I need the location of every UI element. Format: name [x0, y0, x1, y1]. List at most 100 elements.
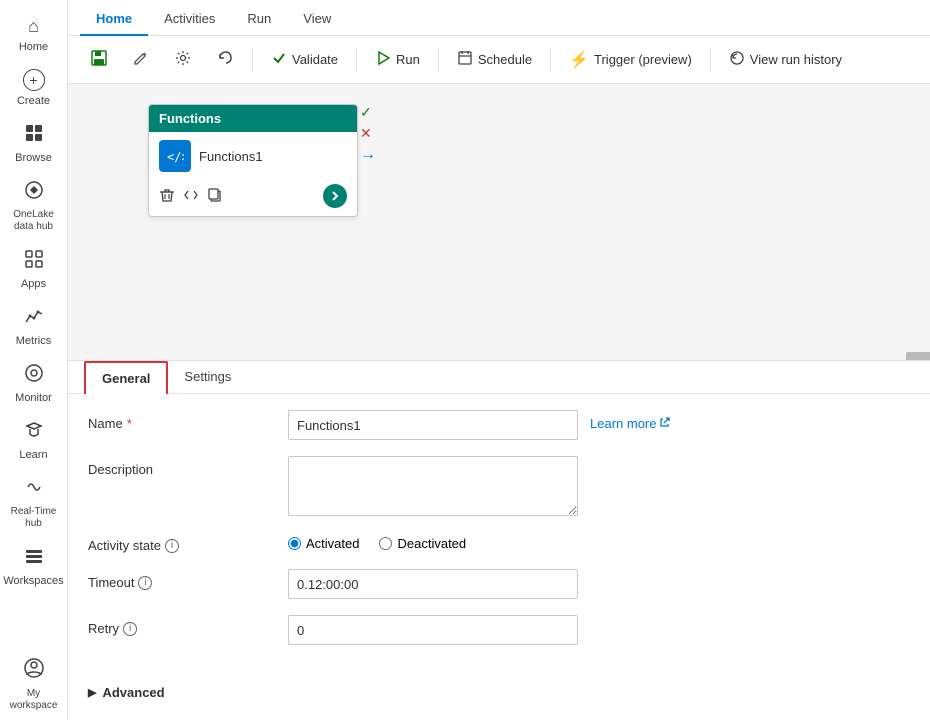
activity-state-row: Activity state i Activated Deactivated: [88, 532, 910, 553]
sidebar-item-metrics[interactable]: Metrics: [0, 298, 67, 355]
props-tab-general[interactable]: General: [84, 361, 168, 394]
next-arrow-button[interactable]: [323, 184, 347, 208]
undo-icon: [216, 49, 234, 70]
separator-3: [438, 48, 439, 72]
sidebar-item-realtime[interactable]: Real-Time hub: [0, 469, 67, 538]
timeout-row: Timeout i: [88, 569, 910, 599]
separator-1: [252, 48, 253, 72]
sidebar: ⌂ Home + Create Browse OneLake data hub …: [0, 0, 68, 720]
activated-option[interactable]: Activated: [288, 536, 359, 551]
sidebar-item-myworkspace[interactable]: My workspace: [0, 649, 67, 720]
description-row: Description: [88, 456, 910, 516]
canvas-top[interactable]: Functions </> Functions1: [68, 84, 930, 360]
retry-info-icon[interactable]: i: [123, 622, 137, 636]
code-icon[interactable]: [183, 187, 199, 206]
deactivated-radio[interactable]: [379, 537, 392, 550]
timeout-info-icon[interactable]: i: [138, 576, 152, 590]
name-required: *: [127, 416, 132, 431]
activated-radio[interactable]: [288, 537, 301, 550]
realtime-icon: [24, 477, 44, 502]
node-side-controls: ✓ ✕ →: [360, 104, 376, 164]
description-input[interactable]: [288, 456, 578, 516]
myworkspace-icon: [23, 657, 45, 684]
props-tabs: General Settings: [68, 361, 930, 394]
history-icon: [729, 50, 745, 69]
browse-icon: [24, 123, 44, 148]
apps-icon: [24, 249, 44, 274]
sidebar-item-onelake[interactable]: OneLake data hub: [0, 172, 67, 241]
advanced-chevron-icon: ▶: [88, 686, 96, 699]
props-tab-settings[interactable]: Settings: [168, 361, 247, 394]
gear-icon: [174, 49, 192, 70]
view-history-button[interactable]: View run history: [719, 46, 852, 73]
schedule-button[interactable]: Schedule: [447, 46, 542, 73]
trigger-icon: ⚡: [569, 50, 589, 70]
edit-icon: [132, 49, 150, 70]
tab-view[interactable]: View: [287, 3, 347, 36]
edit-button[interactable]: [122, 45, 160, 74]
activity-state-info-icon[interactable]: i: [165, 539, 179, 553]
tab-home[interactable]: Home: [80, 3, 148, 36]
node-check-icon[interactable]: ✓: [360, 104, 376, 121]
activity-state-radio-group: Activated Deactivated: [288, 532, 466, 551]
learn-more-link[interactable]: Learn more: [590, 410, 671, 431]
timeout-label: Timeout i: [88, 569, 288, 590]
copy-icon[interactable]: [207, 187, 223, 206]
activity-node[interactable]: Functions </> Functions1: [148, 104, 358, 217]
separator-2: [356, 48, 357, 72]
sidebar-item-monitor[interactable]: Monitor: [0, 355, 67, 412]
separator-4: [550, 48, 551, 72]
onelake-icon: [24, 180, 44, 205]
retry-row: Retry i: [88, 615, 910, 645]
deactivated-option[interactable]: Deactivated: [379, 536, 466, 551]
sidebar-item-learn[interactable]: Learn: [0, 412, 67, 469]
sidebar-item-home[interactable]: ⌂ Home: [0, 8, 67, 61]
svg-text:</>: </>: [167, 150, 184, 164]
node-actions: [149, 180, 357, 216]
delete-icon[interactable]: [159, 187, 175, 206]
tab-bar: Home Activities Run View: [68, 0, 930, 36]
run-button[interactable]: Run: [365, 46, 430, 73]
metrics-icon: [24, 306, 44, 331]
canvas-area: Functions </> Functions1: [68, 84, 930, 720]
node-body: </> Functions1: [149, 132, 357, 180]
tab-run[interactable]: Run: [231, 3, 287, 36]
advanced-section[interactable]: ▶ Advanced: [68, 677, 930, 708]
activity-state-label: Activity state i: [88, 532, 288, 553]
form-area: Name * Learn more Description: [68, 394, 930, 677]
node-header: Functions: [149, 105, 357, 132]
separator-5: [710, 48, 711, 72]
create-icon: +: [23, 69, 45, 91]
save-icon: [90, 49, 108, 70]
retry-label: Retry i: [88, 615, 288, 636]
name-input[interactable]: [288, 410, 578, 440]
resize-handle[interactable]: [906, 352, 930, 360]
trigger-button[interactable]: ⚡ Trigger (preview): [559, 46, 702, 74]
timeout-input[interactable]: [288, 569, 578, 599]
validate-button[interactable]: Validate: [261, 46, 348, 73]
node-icon: </>: [159, 140, 191, 172]
properties-panel: General Settings Name * Learn more: [68, 360, 930, 720]
toolbar: Validate Run Schedule ⚡ Trigger (preview…: [68, 36, 930, 84]
schedule-icon: [457, 50, 473, 69]
settings-button[interactable]: [164, 45, 202, 74]
external-link-icon: [659, 416, 671, 431]
tab-activities[interactable]: Activities: [148, 3, 231, 36]
save-button[interactable]: [80, 45, 118, 74]
home-icon: ⌂: [28, 16, 39, 37]
name-label: Name *: [88, 410, 288, 431]
node-right-arrow-icon[interactable]: →: [360, 146, 376, 164]
workspaces-icon: [24, 546, 44, 571]
sidebar-item-browse[interactable]: Browse: [0, 115, 67, 172]
sidebar-item-apps[interactable]: Apps: [0, 241, 67, 298]
sidebar-item-workspaces[interactable]: Workspaces: [0, 538, 67, 595]
retry-input[interactable]: [288, 615, 578, 645]
monitor-icon: [24, 363, 44, 388]
main-content: Home Activities Run View: [68, 0, 930, 720]
node-cross-icon[interactable]: ✕: [360, 125, 376, 142]
description-label: Description: [88, 456, 288, 477]
learn-icon: [24, 420, 44, 445]
sidebar-item-create[interactable]: + Create: [0, 61, 67, 115]
undo-button[interactable]: [206, 45, 244, 74]
name-row: Name * Learn more: [88, 410, 910, 440]
